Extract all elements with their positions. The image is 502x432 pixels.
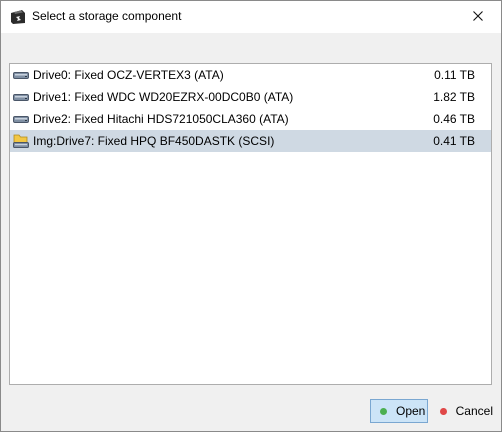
green-dot-icon [380, 407, 387, 415]
list-item-label: Drive2: Fixed Hitachi HDS721050CLA360 (A… [33, 112, 289, 126]
hard-drive-icon [13, 67, 29, 83]
list-item-label: Img:Drive7: Fixed HPQ BF450DASTK (SCSI) [33, 134, 275, 148]
list-item-size: 0.11 TB [434, 68, 475, 82]
close-button[interactable] [455, 1, 501, 33]
list-item-size: 0.46 TB [433, 112, 475, 126]
disk-image-icon [13, 133, 29, 149]
open-button-label: Open [396, 404, 426, 418]
cancel-button-label: Cancel [455, 404, 493, 418]
list-item-label: Drive0: Fixed OCZ-VERTEX3 (ATA) [33, 68, 224, 82]
storage-list[interactable]: Drive0: Fixed OCZ-VERTEX3 (ATA) 0.11 TB … [9, 63, 492, 385]
list-item-size: 1.82 TB [433, 90, 475, 104]
list-item-label: Drive1: Fixed WDC WD20EZRX-00DC0B0 (ATA) [33, 90, 294, 104]
window-title: Select a storage component [32, 9, 182, 23]
dialog-footer: Open Cancel [1, 393, 501, 431]
list-item-size: 0.41 TB [433, 134, 475, 148]
list-item-selected[interactable]: Img:Drive7: Fixed HPQ BF450DASTK (SCSI) … [10, 130, 491, 152]
red-dot-icon [440, 407, 447, 415]
open-button[interactable]: Open [370, 399, 428, 423]
dialog-window: Select a storage component Drive0: Fixed… [0, 0, 502, 432]
close-icon [473, 10, 483, 24]
hard-drive-icon [13, 89, 29, 105]
hard-drive-icon [13, 111, 29, 127]
title-bar: Select a storage component [1, 1, 501, 33]
list-item[interactable]: Drive2: Fixed Hitachi HDS721050CLA360 (A… [10, 108, 491, 130]
app-icon [10, 9, 26, 25]
list-item[interactable]: Drive0: Fixed OCZ-VERTEX3 (ATA) 0.11 TB [10, 64, 491, 86]
cancel-button[interactable]: Cancel [434, 399, 494, 423]
list-item[interactable]: Drive1: Fixed WDC WD20EZRX-00DC0B0 (ATA)… [10, 86, 491, 108]
